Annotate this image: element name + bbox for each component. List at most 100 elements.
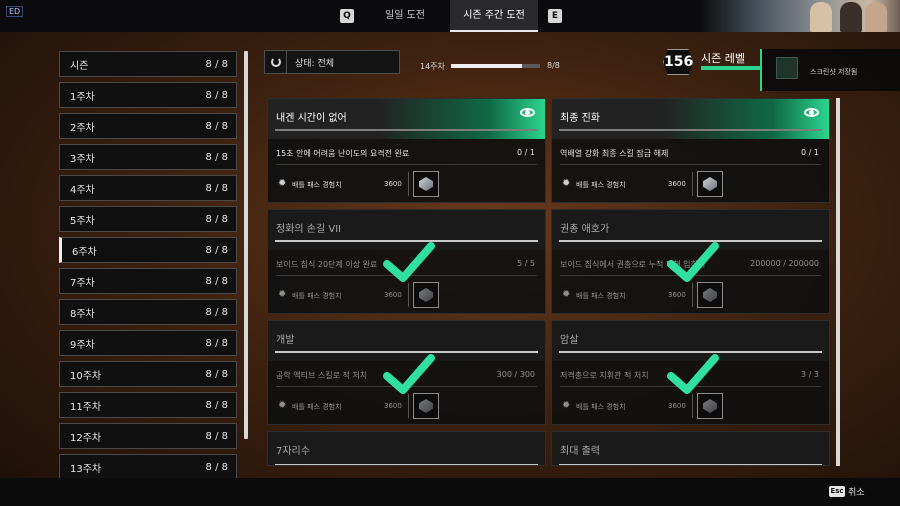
character-figure	[840, 2, 862, 32]
card-description: 역배열 강화 최종 스킬 잠금 해제	[560, 149, 669, 158]
prev-tab-key[interactable]: Q	[340, 9, 354, 23]
check-icon	[667, 354, 719, 394]
reward-label: 배틀 패스 경험치	[292, 403, 342, 411]
eye-icon[interactable]	[520, 108, 535, 117]
sidebar-item-week-11[interactable]: 11주차 8 / 8	[59, 392, 237, 418]
week-sidebar: 시즌 8 / 8 1주차 8 / 8 2주차 8 / 8 3주차 8 / 8 4주차 8 …	[59, 51, 237, 485]
gear-icon: ✹	[562, 178, 571, 189]
card-header: 최종 진화	[552, 99, 829, 139]
reward-separator	[408, 283, 409, 307]
eye-icon[interactable]	[804, 108, 819, 117]
card-title: 최종 진화	[560, 113, 600, 124]
card-progress: 3 / 3	[801, 370, 819, 379]
challenge-card[interactable]: 최종 진화 역배열 강화 최종 스킬 잠금 해제 0 / 1 ✹ 배틀 패스 경…	[551, 98, 830, 203]
card-divider	[559, 464, 822, 465]
reward-value: 3600	[668, 402, 686, 410]
card-divider	[275, 464, 538, 465]
sidebar-item-label: 시즌	[70, 60, 89, 72]
sidebar-item-label: 12주차	[70, 432, 102, 444]
character-figure	[810, 2, 832, 32]
week-label: 14주차	[420, 62, 445, 71]
sidebar-item-count: 8 / 8	[205, 58, 228, 70]
sidebar-item-count: 8 / 8	[205, 89, 228, 101]
reward-value: 3600	[384, 402, 402, 410]
sidebar-item-week-6[interactable]: 6주차 8 / 8	[59, 237, 237, 263]
character-banner	[700, 0, 900, 32]
tab-daily-challenge[interactable]: 일일 도전	[368, 0, 442, 32]
card-header: 7자리수	[268, 432, 545, 465]
sidebar-scrollbar[interactable]	[244, 51, 248, 439]
reward-separator	[692, 172, 693, 196]
sidebar-item-label: 13주차	[70, 463, 102, 475]
sidebar-item-week-13[interactable]: 13주차 8 / 8	[59, 454, 237, 480]
challenge-card[interactable]: 7자리수	[267, 431, 546, 466]
corner-badge: ED	[6, 6, 24, 17]
sidebar-item-label: 9주차	[70, 339, 95, 351]
card-row-divider	[560, 164, 821, 165]
card-description: 15초 안에 어려움 난이도의 요격전 완료	[276, 149, 410, 158]
check-icon	[383, 242, 435, 282]
season-level-title: 시즌 레벨	[701, 52, 745, 65]
challenge-card[interactable]: 최대 출력	[551, 431, 830, 466]
sidebar-item-label: 1주차	[70, 91, 95, 103]
status-filter-dropdown[interactable]: 상태: 전체	[264, 50, 400, 74]
season-level-bar	[701, 66, 761, 70]
card-description: 공학 액티브 스킬로 적 처치	[276, 371, 368, 380]
sidebar-item-label: 10주차	[70, 370, 102, 382]
card-description: 보이드 침식 20단계 이상 완료	[276, 260, 378, 269]
cancel-button[interactable]: 취소	[848, 485, 865, 498]
top-bar: ED Q 일일 도전 시즌 주간 도전 E	[0, 0, 900, 32]
reward-label: 배틀 패스 경험치	[576, 181, 626, 189]
sidebar-item-count: 8 / 8	[205, 399, 228, 411]
reward-separator	[408, 172, 409, 196]
screenshot-thumbnail	[776, 57, 798, 79]
sidebar-item-count: 8 / 8	[205, 151, 228, 163]
sidebar-item-count: 8 / 8	[205, 430, 228, 442]
sidebar-item-count: 8 / 8	[205, 368, 228, 380]
gear-icon: ✹	[562, 400, 571, 411]
card-title: 최대 출력	[560, 446, 600, 457]
screenshot-notice: 스크린샷 저장됨	[760, 49, 900, 91]
tab-season-weekly-challenge[interactable]: 시즌 주간 도전	[450, 0, 538, 32]
sidebar-item-label: 8주차	[70, 308, 95, 320]
sidebar-item-count: 8 / 8	[205, 306, 228, 318]
sidebar-item-week-9[interactable]: 9주차 8 / 8	[59, 330, 237, 356]
gear-icon: ✹	[278, 400, 287, 411]
challenge-card[interactable]: 내겐 시간이 없어 15초 안에 어려움 난이도의 요격전 완료 0 / 1 ✹…	[267, 98, 546, 203]
sidebar-item-count: 8 / 8	[205, 182, 228, 194]
sidebar-item-count: 8 / 8	[205, 275, 228, 287]
sidebar-item-label: 5주차	[70, 215, 95, 227]
next-tab-key[interactable]: E	[548, 9, 562, 23]
sidebar-item-week-1[interactable]: 1주차 8 / 8	[59, 82, 237, 108]
sidebar-item-label: 11주차	[70, 401, 102, 413]
card-divider	[275, 129, 538, 131]
refresh-icon	[265, 51, 287, 73]
sidebar-item-season[interactable]: 시즌 8 / 8	[59, 51, 237, 77]
sidebar-item-week-3[interactable]: 3주차 8 / 8	[59, 144, 237, 170]
reward-label: 배틀 패스 경험치	[576, 403, 626, 411]
sidebar-item-week-12[interactable]: 12주차 8 / 8	[59, 423, 237, 449]
sidebar-item-week-8[interactable]: 8주차 8 / 8	[59, 299, 237, 325]
cards-scrollbar[interactable]	[836, 98, 840, 466]
card-divider	[559, 129, 822, 131]
sidebar-item-week-2[interactable]: 2주차 8 / 8	[59, 113, 237, 139]
sidebar-item-count: 8 / 8	[205, 461, 228, 473]
gear-icon: ✹	[278, 289, 287, 300]
card-title: 7자리수	[276, 446, 310, 457]
sidebar-item-label: 7주차	[70, 277, 95, 289]
sidebar-item-count: 8 / 8	[205, 120, 228, 132]
sidebar-item-week-10[interactable]: 10주차 8 / 8	[59, 361, 237, 387]
reward-item-icon[interactable]	[413, 171, 439, 197]
sidebar-item-week-4[interactable]: 4주차 8 / 8	[59, 175, 237, 201]
sidebar-item-count: 8 / 8	[205, 337, 228, 349]
bottom-bar: Esc 취소	[0, 478, 900, 506]
sidebar-item-week-5[interactable]: 5주차 8 / 8	[59, 206, 237, 232]
card-title: 개발	[276, 335, 295, 346]
esc-key-icon[interactable]: Esc	[829, 486, 845, 497]
reward-item-icon[interactable]	[697, 171, 723, 197]
notice-line-2: 스크린샷 저장됨	[810, 68, 858, 76]
sidebar-item-week-7[interactable]: 7주차 8 / 8	[59, 268, 237, 294]
card-row-divider	[276, 164, 537, 165]
card-title: 권총 애호가	[560, 224, 610, 235]
card-title: 내겐 시간이 없어	[276, 113, 347, 124]
